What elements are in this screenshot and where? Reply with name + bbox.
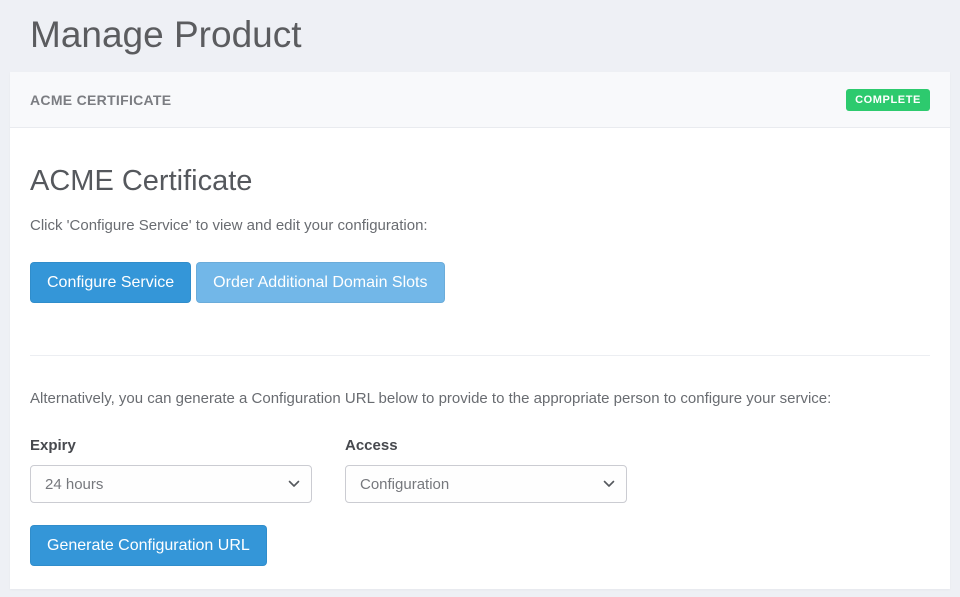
section-divider	[30, 355, 930, 356]
product-name-heading: ACME Certificate	[30, 162, 930, 200]
page-title: Manage Product	[0, 0, 960, 72]
access-field-group: Access Configuration	[345, 437, 627, 503]
status-badge: COMPLETE	[846, 89, 930, 111]
panel-header-title: ACME CERTIFICATE	[30, 92, 171, 108]
order-additional-domain-slots-button[interactable]: Order Additional Domain Slots	[196, 262, 444, 303]
configure-instruction-text: Click 'Configure Service' to view and ed…	[30, 216, 930, 236]
expiry-label: Expiry	[30, 437, 312, 454]
access-label: Access	[345, 437, 627, 454]
access-select[interactable]: Configuration	[345, 465, 627, 503]
panel-body: ACME Certificate Click 'Configure Servic…	[10, 128, 950, 589]
expiry-field-group: Expiry 24 hours	[30, 437, 312, 503]
action-button-row: Configure Service Order Additional Domai…	[30, 262, 930, 303]
product-panel: ACME CERTIFICATE COMPLETE ACME Certifica…	[10, 72, 950, 589]
configure-service-button[interactable]: Configure Service	[30, 262, 191, 303]
expiry-select[interactable]: 24 hours	[30, 465, 312, 503]
panel-header: ACME CERTIFICATE COMPLETE	[10, 72, 950, 128]
configuration-url-instruction-text: Alternatively, you can generate a Config…	[30, 389, 930, 409]
configuration-url-form: Expiry 24 hours Access Configuration	[30, 437, 930, 503]
generate-configuration-url-button[interactable]: Generate Configuration URL	[30, 525, 267, 566]
